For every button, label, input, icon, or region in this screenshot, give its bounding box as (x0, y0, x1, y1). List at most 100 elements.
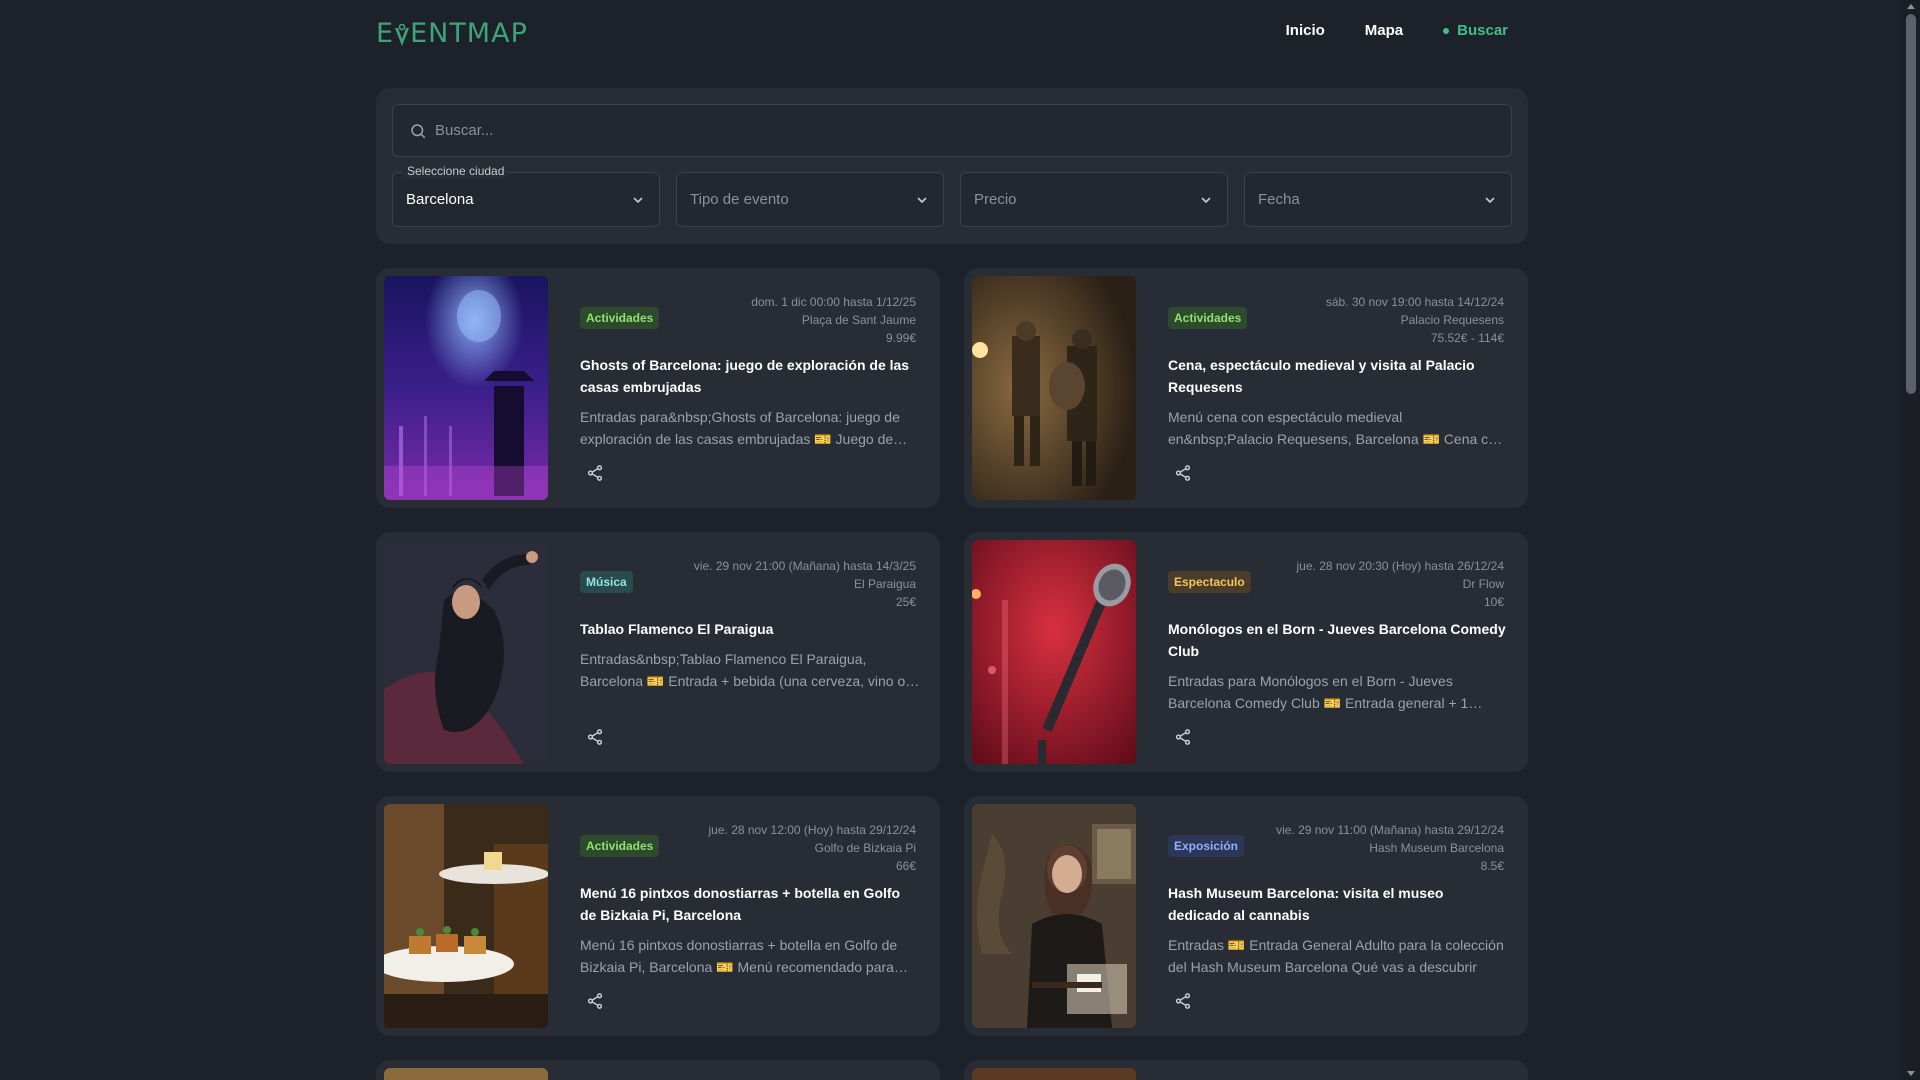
nav-inicio[interactable]: Inicio (1286, 22, 1325, 39)
event-image[interactable] (972, 804, 1136, 1028)
category-badge: Actividades (580, 307, 660, 329)
nav-buscar-label: Buscar (1457, 22, 1508, 39)
event-price: 66€ (895, 859, 916, 873)
microphone-image (972, 540, 1136, 764)
flamenco-dancer-image (384, 540, 548, 764)
share-icon[interactable] (1174, 464, 1192, 482)
event-description: Menú 16 pintxos donostiarras + botella e… (580, 937, 898, 975)
event-date: dom. 1 dic 00:00 hasta 1/12/25 (751, 295, 916, 309)
nav-mapa[interactable]: Mapa (1365, 22, 1403, 39)
event-title[interactable]: Monólogos en el Born - Jueves Barcelona … (1168, 618, 1508, 662)
event-card-partial[interactable] (376, 1060, 940, 1080)
event-title[interactable]: Tablao Flamenco El Paraigua (580, 618, 920, 640)
date-select[interactable]: Fecha (1244, 172, 1512, 227)
event-card[interactable]: Espectaculo jue. 28 nov 20:30 (Hoy) hast… (964, 532, 1528, 772)
event-type-select[interactable]: Tipo de evento (676, 172, 944, 227)
event-meta: sáb. 30 nov 19:00 hasta 14/12/24 Palacio… (1326, 293, 1504, 347)
page-scrollbar[interactable] (1902, 0, 1920, 1080)
category-badge: Actividades (580, 835, 660, 857)
event-title[interactable]: Menú 16 pintxos donostiarras + botella e… (580, 882, 920, 926)
share-icon[interactable] (586, 992, 604, 1010)
chevron-down-icon (633, 197, 643, 204)
price-placeholder: Precio (974, 191, 1017, 208)
event-card[interactable]: Actividades dom. 1 dic 00:00 hasta 1/12/… (376, 268, 940, 508)
city-select[interactable]: Seleccione ciudad Barcelona (392, 164, 660, 227)
event-card[interactable]: Actividades jue. 28 nov 12:00 (Hoy) hast… (376, 796, 940, 1036)
event-date: jue. 28 nov 12:00 (Hoy) hasta 29/12/24 (708, 823, 916, 837)
share-icon[interactable] (1174, 992, 1192, 1010)
event-image[interactable] (384, 804, 548, 1028)
event-price: 75.52€ - 114€ (1430, 331, 1504, 345)
museum-visitor-image (972, 804, 1136, 1028)
event-venue: Golfo de Bizkaia Pi (814, 841, 916, 855)
event-description: Entradas&nbsp;Tablao Flamenco El Paraigu… (580, 651, 906, 689)
ghost-poster-image (384, 276, 548, 500)
event-date: vie. 29 nov 11:00 (Mañana) hasta 29/12/2… (1276, 823, 1504, 837)
chevron-down-icon (1485, 197, 1495, 204)
event-image[interactable] (972, 540, 1136, 764)
category-badge: Espectaculo (1168, 571, 1251, 593)
event-meta: jue. 28 nov 20:30 (Hoy) hasta 26/12/24 D… (1297, 557, 1504, 611)
event-title[interactable]: Ghosts of Barcelona: juego de exploració… (580, 354, 920, 398)
event-date: sáb. 30 nov 19:00 hasta 14/12/24 (1325, 295, 1504, 309)
event-card-partial[interactable] (964, 1060, 1528, 1080)
medieval-knights-image (972, 276, 1136, 500)
event-title[interactable]: Cena, espectáculo medieval y visita al P… (1168, 354, 1508, 398)
event-description: Entradas 🎫 Entrada General Adulto para l… (1168, 937, 1504, 975)
pintxos-image (384, 804, 548, 1028)
event-card[interactable]: Exposición vie. 29 nov 11:00 (Mañana) ha… (964, 796, 1528, 1036)
header: E ENTMAP Inicio Mapa Buscar (376, 14, 1528, 54)
date-placeholder: Fecha (1258, 191, 1300, 208)
event-description: Menú cena con espectáculo medieval en&nb… (1168, 409, 1504, 447)
event-card[interactable]: Música vie. 29 nov 21:00 (Mañana) hasta … (376, 532, 940, 772)
filter-panel: Seleccione ciudad Barcelona Tipo de even… (376, 88, 1528, 244)
search-box[interactable] (392, 104, 1512, 157)
scroll-down-icon[interactable] (1907, 1071, 1915, 1076)
event-venue: El Paraigua (853, 577, 916, 591)
nav-buscar[interactable]: Buscar (1443, 22, 1508, 39)
category-badge: Exposición (1168, 835, 1245, 857)
chevron-down-icon (1201, 197, 1211, 204)
city-select-label: Seleccione ciudad (403, 164, 509, 178)
event-price: 25€ (895, 595, 916, 609)
active-dot-icon (1443, 27, 1450, 34)
event-meta: vie. 29 nov 21:00 (Mañana) hasta 14/3/25… (694, 557, 916, 611)
event-meta: jue. 28 nov 12:00 (Hoy) hasta 29/12/24 G… (709, 821, 916, 875)
event-description: Entradas para&nbsp;Ghosts of Barcelona: … (580, 409, 900, 447)
event-title[interactable]: Hash Museum Barcelona: visita el museo d… (1168, 882, 1508, 926)
main-nav: Inicio Mapa Buscar (1286, 22, 1508, 39)
event-date: jue. 28 nov 20:30 (Hoy) hasta 26/12/24 (1296, 559, 1504, 573)
event-price: 8.5€ (1480, 859, 1504, 873)
event-card[interactable]: Actividades sáb. 30 nov 19:00 hasta 14/1… (964, 268, 1528, 508)
share-icon[interactable] (586, 728, 604, 746)
event-image[interactable] (384, 1068, 548, 1080)
event-price: 9.99€ (885, 331, 916, 345)
scroll-up-icon[interactable] (1907, 4, 1915, 9)
event-description: Entradas para Monólogos en el Born - Jue… (1168, 673, 1469, 711)
event-venue: Plaça de Sant Jaume (801, 313, 916, 327)
event-image[interactable] (384, 276, 548, 500)
city-select-value: Barcelona (406, 191, 474, 208)
event-venue: Dr Flow (1462, 577, 1504, 591)
search-input[interactable] (435, 122, 1495, 139)
logo[interactable]: E ENTMAP (376, 18, 528, 49)
category-badge: Actividades (1168, 307, 1248, 329)
share-icon[interactable] (1174, 728, 1192, 746)
search-icon (411, 123, 426, 138)
event-venue: Hash Museum Barcelona (1369, 841, 1504, 855)
event-image[interactable] (972, 276, 1136, 500)
category-badge: Música (580, 571, 633, 593)
event-image[interactable] (384, 540, 548, 764)
event-type-placeholder: Tipo de evento (690, 191, 789, 208)
event-meta: vie. 29 nov 11:00 (Mañana) hasta 29/12/2… (1276, 821, 1504, 875)
event-date: vie. 29 nov 21:00 (Mañana) hasta 14/3/25 (693, 559, 916, 573)
event-price: 10€ (1483, 595, 1504, 609)
event-meta: dom. 1 dic 00:00 hasta 1/12/25 Plaça de … (751, 293, 916, 347)
chevron-down-icon (917, 197, 927, 204)
event-venue: Palacio Requesens (1400, 313, 1504, 327)
event-image[interactable] (972, 1068, 1136, 1080)
scrollbar-thumb[interactable] (1906, 14, 1916, 394)
filter-selects: Seleccione ciudad Barcelona Tipo de even… (392, 164, 1512, 227)
price-select[interactable]: Precio (960, 172, 1228, 227)
share-icon[interactable] (586, 464, 604, 482)
